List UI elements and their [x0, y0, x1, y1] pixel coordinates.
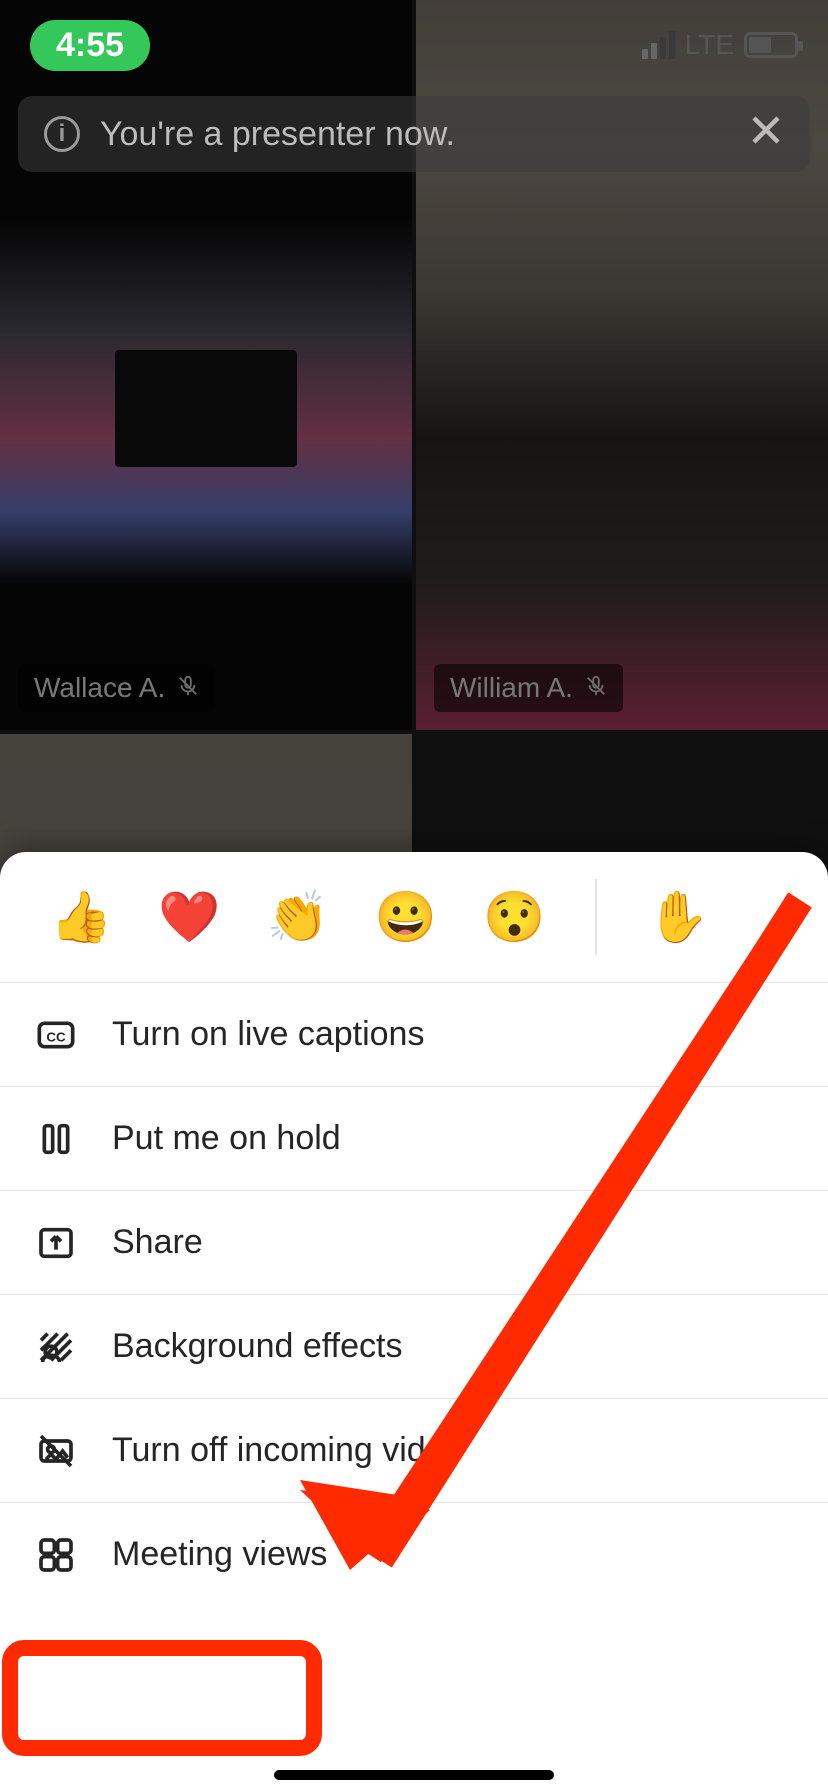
video-off-icon [36, 1431, 76, 1471]
battery-icon [744, 32, 798, 58]
recording-time-pill[interactable]: 4:55 [30, 20, 150, 71]
status-right: LTE [642, 29, 798, 61]
screen: Wallace A. William A. 4:55 LTE [0, 0, 828, 1792]
captions-icon: CC [36, 1015, 76, 1055]
reaction-applause[interactable]: 👏 [267, 888, 329, 947]
menu-label: Turn off incoming video [112, 1431, 464, 1470]
reaction-thumbs-up[interactable]: 👍 [50, 888, 112, 947]
cell-signal-icon [642, 31, 675, 59]
menu-label: Meeting views [112, 1535, 327, 1574]
home-indicator[interactable] [274, 1770, 554, 1780]
svg-text:CC: CC [46, 1029, 66, 1044]
incoming-video-item[interactable]: Turn off incoming video [0, 1398, 828, 1502]
separator [595, 879, 597, 955]
hold-item[interactable]: Put me on hold [0, 1086, 828, 1190]
presenter-toast: i You're a presenter now. [18, 96, 810, 172]
meeting-views-item[interactable]: Meeting views [0, 1502, 828, 1606]
actions-menu: CC Turn on live captions Put me on hold … [0, 982, 828, 1606]
more-actions-sheet: 👍 ❤️ 👏 😀 😯 ✋ CC Turn on live captions Pu… [0, 852, 828, 1792]
reaction-raise-hand[interactable]: ✋ [647, 888, 709, 947]
menu-label: Share [112, 1223, 203, 1262]
share-item[interactable]: Share [0, 1190, 828, 1294]
background-effects-icon [36, 1327, 76, 1367]
hold-icon [36, 1119, 76, 1159]
reaction-heart[interactable]: ❤️ [158, 888, 220, 947]
grid-icon [36, 1535, 76, 1575]
menu-label: Background effects [112, 1327, 402, 1366]
reaction-smile[interactable]: 😀 [375, 888, 437, 947]
share-icon [36, 1223, 76, 1263]
background-effects-item[interactable]: Background effects [0, 1294, 828, 1398]
reactions-row: 👍 ❤️ 👏 😀 😯 ✋ [0, 852, 828, 982]
toast-text: You're a presenter now. [100, 115, 455, 154]
menu-label: Put me on hold [112, 1119, 341, 1158]
network-label: LTE [685, 29, 734, 61]
status-bar: 4:55 LTE [0, 0, 828, 90]
reaction-surprised[interactable]: 😯 [483, 888, 545, 947]
menu-label: Turn on live captions [112, 1015, 424, 1054]
live-captions-item[interactable]: CC Turn on live captions [0, 982, 828, 1086]
info-icon: i [44, 116, 80, 152]
close-icon[interactable] [748, 112, 784, 157]
